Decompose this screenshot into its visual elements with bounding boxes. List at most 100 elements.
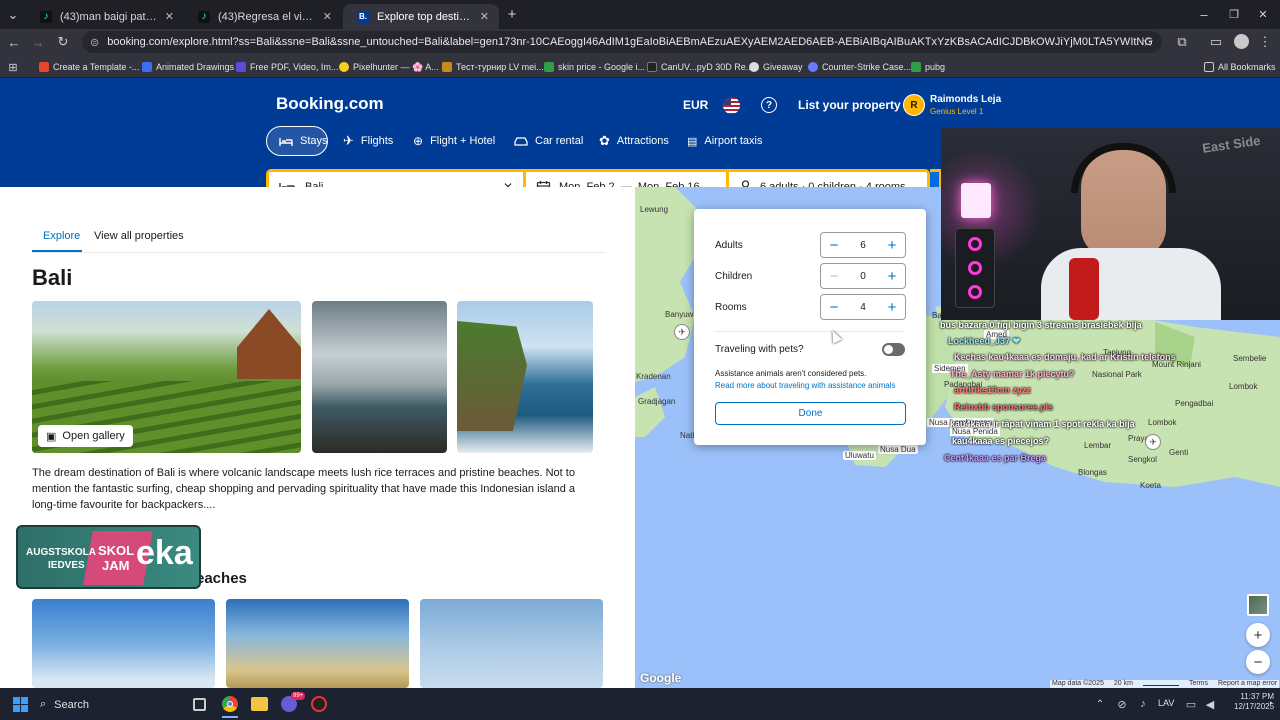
bookmark-label: Pixelhunter — 🌸 A...	[353, 61, 439, 72]
beach-card-3[interactable]	[420, 599, 603, 688]
zoom-out-button[interactable]: −	[1246, 650, 1270, 674]
all-bookmarks[interactable]: All Bookmarks	[1204, 60, 1276, 74]
bookmark-star-icon[interactable]: ☆	[1140, 34, 1156, 50]
zoom-in-button[interactable]: +	[1246, 623, 1270, 647]
extensions-icon[interactable]: ⧉	[1174, 34, 1190, 50]
notifications-icon[interactable]: ◔	[1264, 697, 1276, 711]
user-name[interactable]: Raimonds Leja	[930, 94, 1001, 105]
obs-icon[interactable]	[311, 696, 327, 712]
url-field[interactable]: ⊜ booking.com/explore.html?ss=Bali&ssne=…	[82, 31, 1162, 53]
bookmark-label: CanUV...pyD 30D Re...	[661, 62, 754, 72]
bookmark-favicon	[142, 62, 152, 72]
map-terms-link[interactable]: Terms	[1189, 680, 1208, 688]
windows-start-icon[interactable]	[13, 697, 28, 712]
minimize-button[interactable]: –	[1197, 7, 1211, 22]
monitor-icon[interactable]: ▭	[1184, 697, 1198, 711]
network-icon[interactable]: ⊘	[1115, 697, 1129, 711]
language-indicator[interactable]: LAV	[1158, 698, 1174, 708]
browser-tab-3[interactable]: B. Explore top destinations for yo ✕	[343, 4, 499, 29]
bookmark-item[interactable]: Animated Drawings	[142, 60, 234, 74]
back-icon[interactable]: ←	[6, 34, 22, 50]
open-gallery-button[interactable]: ▣ Open gallery	[38, 425, 133, 447]
assistance-animals-link[interactable]: Read more about traveling with assistanc…	[715, 381, 896, 390]
children-increment-button[interactable]: +	[885, 268, 899, 285]
close-icon[interactable]: ✕	[323, 10, 332, 23]
booking-logo[interactable]: Booking.com	[276, 94, 384, 114]
site-info-icon[interactable]: ⊜	[90, 36, 99, 49]
nav-flights[interactable]: ✈ Flights	[331, 126, 405, 156]
bookmark-item[interactable]: Counter-Strike Case...	[808, 60, 911, 74]
bookmark-item[interactable]: Тест-турнир LV mei...	[442, 60, 544, 74]
close-icon[interactable]: ✕	[480, 10, 489, 23]
chrome-icon[interactable]	[222, 696, 238, 712]
bookmark-item[interactable]: CanUV...pyD 30D Re...	[647, 60, 753, 74]
rooms-decrement-button[interactable]: −	[827, 299, 841, 316]
taskbar-search[interactable]: ⌕ Search	[40, 696, 89, 713]
adults-decrement-button[interactable]: −	[827, 237, 841, 254]
rooms-value: 4	[860, 301, 866, 313]
map-label: Banyuwa	[665, 310, 698, 319]
apps-icon[interactable]: ⊞	[6, 60, 20, 74]
nav-airport-taxis[interactable]: ▤ Airport taxis	[675, 126, 774, 156]
close-icon[interactable]: ✕	[165, 10, 174, 23]
tab-view-all-properties[interactable]: View all properties	[94, 230, 184, 242]
stream-banner: AUGSTSKOLA IEDVES SKOL JAM eka	[16, 525, 201, 589]
nav-label: Airport taxis	[704, 135, 763, 147]
rooms-stepper: − 4 +	[820, 294, 906, 320]
map-layer-toggle[interactable]	[1247, 594, 1269, 616]
file-explorer-icon[interactable]	[251, 697, 268, 711]
forward-icon[interactable]: →	[30, 34, 46, 50]
help-icon[interactable]: ?	[761, 97, 777, 113]
bookmark-item[interactable]: Create a Template -...	[39, 60, 139, 74]
beach-card-2[interactable]	[226, 599, 409, 688]
avatar[interactable]: R	[903, 94, 925, 116]
beach-card-1[interactable]	[32, 599, 215, 688]
list-your-property-link[interactable]: List your property	[798, 98, 901, 112]
pets-toggle[interactable]	[882, 343, 905, 356]
microphone-icon[interactable]: ♪	[1137, 697, 1149, 711]
photo-cliff[interactable]	[457, 301, 593, 453]
menu-icon[interactable]: ⋮	[1259, 34, 1272, 50]
browser-tab-1[interactable]: ♪ (43)man baigi patika, bet viņa b ✕	[26, 4, 184, 29]
reload-icon[interactable]: ↻	[55, 34, 71, 50]
children-value: 0	[860, 270, 866, 282]
nav-stays[interactable]: Stays	[266, 126, 328, 156]
map-pin-icon[interactable]: ✈	[674, 324, 690, 340]
volume-icon[interactable]: ◀	[1203, 697, 1217, 711]
adults-increment-button[interactable]: +	[885, 237, 899, 254]
all-bookmarks-label: All Bookmarks	[1218, 62, 1276, 72]
bookmark-label: Giveaway	[763, 62, 803, 72]
map-label: Blongas	[1078, 468, 1107, 477]
task-view-icon[interactable]	[193, 698, 206, 711]
nav-flight-hotel[interactable]: ⊕ Flight + Hotel	[401, 126, 507, 156]
cast-icon[interactable]: ▭	[1208, 34, 1224, 50]
children-decrement-button[interactable]: −	[827, 268, 841, 285]
new-tab-button[interactable]: +	[505, 6, 519, 23]
nav-car-rental[interactable]: Car rental	[502, 126, 595, 156]
bookmark-item[interactable]: skin price - Google i...	[544, 60, 645, 74]
url-text: booking.com/explore.html?ss=Bali&ssne=Ba…	[107, 36, 1152, 48]
bookmark-item[interactable]: Giveaway	[749, 60, 803, 74]
browser-tab-2[interactable]: ♪ (43)Regresa el viejo Instagram ✕	[184, 4, 342, 29]
attractions-icon: ✿	[599, 133, 610, 148]
tray-chevron-icon[interactable]: ⌃	[1094, 697, 1106, 711]
nav-label: Attractions	[616, 135, 669, 147]
bookmark-item[interactable]: Pixelhunter — 🌸 A...	[339, 60, 439, 74]
divider	[32, 252, 605, 253]
currency-selector[interactable]: EUR	[683, 98, 708, 112]
tab-explore[interactable]: Explore	[43, 230, 80, 242]
photo-beach[interactable]	[312, 301, 447, 453]
bookmark-item[interactable]: pubg	[911, 60, 945, 74]
map-report-link[interactable]: Report a map error	[1218, 680, 1277, 688]
nav-attractions[interactable]: ✿ Attractions	[587, 126, 681, 156]
chat-line: arturiks19cm zyzz	[954, 385, 1032, 395]
restore-button[interactable]: ❐	[1227, 7, 1241, 21]
pets-label: Traveling with pets?	[715, 344, 804, 355]
done-button[interactable]: Done	[715, 402, 906, 425]
profile-avatar[interactable]	[1234, 34, 1249, 49]
close-window-button[interactable]: ✕	[1256, 7, 1270, 21]
us-flag-icon[interactable]	[723, 97, 740, 114]
tab-search-icon[interactable]: ⌄	[6, 7, 20, 22]
bookmark-item[interactable]: Free PDF, Video, Im...	[236, 60, 338, 74]
rooms-increment-button[interactable]: +	[885, 299, 899, 316]
